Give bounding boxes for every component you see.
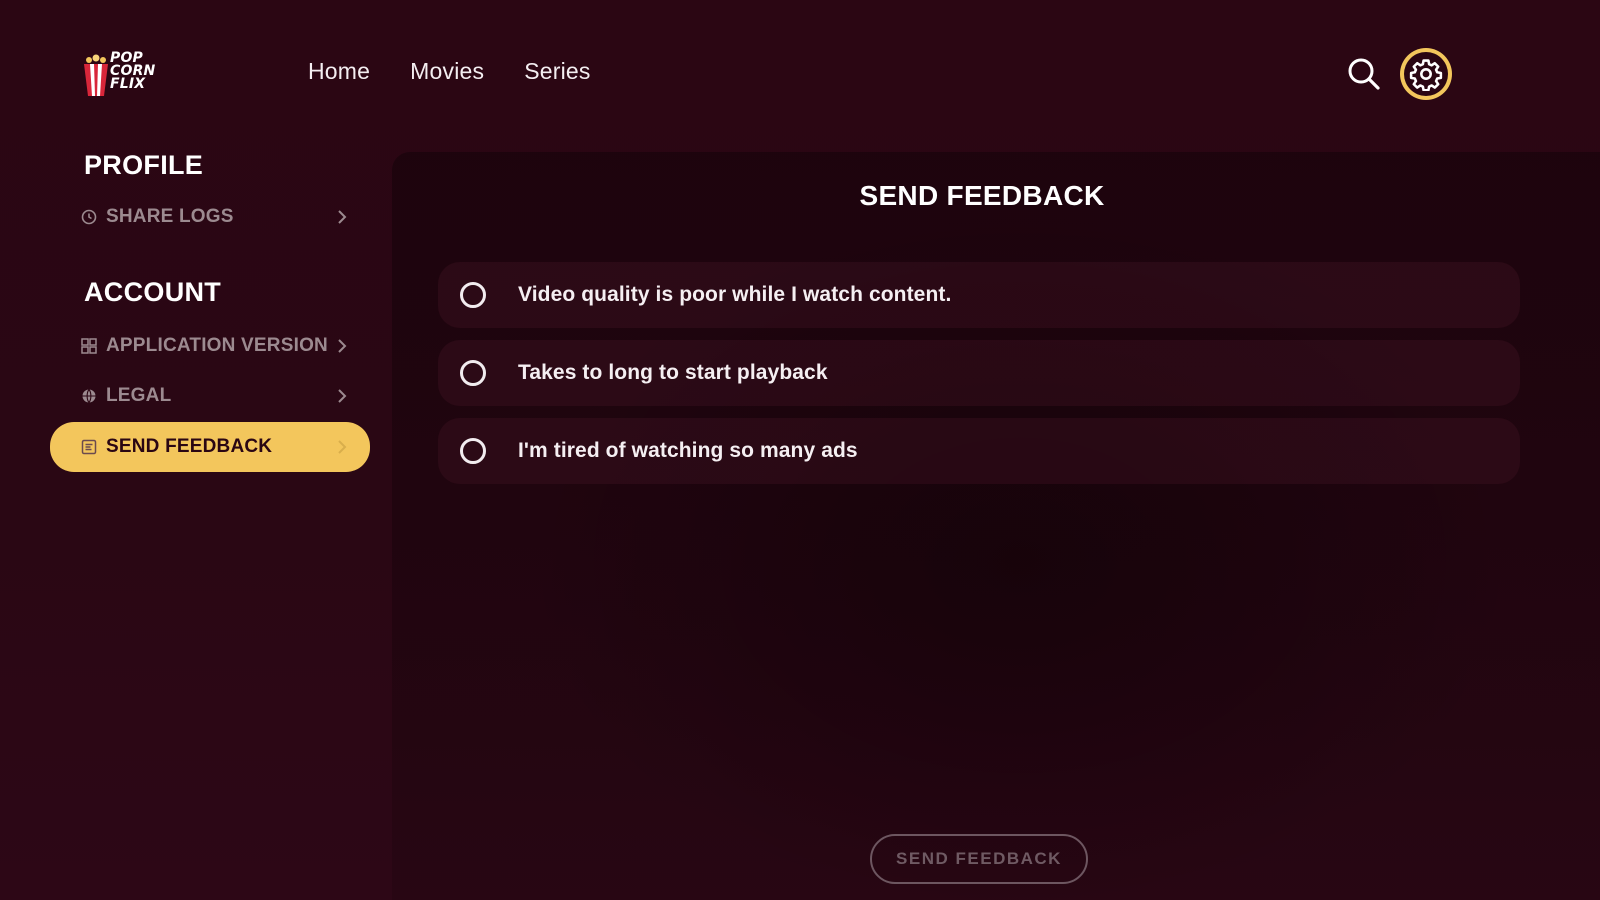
logo-text: POP CORN FLIX bbox=[110, 50, 156, 92]
sidebar-item-application-version[interactable]: APPLICATION VERSION bbox=[50, 322, 370, 370]
search-icon bbox=[1348, 58, 1380, 90]
feedback-option-slow-playback[interactable]: Takes to long to start playback bbox=[438, 340, 1520, 406]
feedback-icon bbox=[80, 438, 98, 456]
grid-icon bbox=[80, 337, 98, 355]
send-feedback-button[interactable]: SEND FEEDBACK bbox=[870, 834, 1088, 884]
feedback-option-too-many-ads[interactable]: I'm tired of watching so many ads bbox=[438, 418, 1520, 484]
main-nav: Home Movies Series bbox=[308, 58, 591, 85]
nav-movies[interactable]: Movies bbox=[410, 58, 484, 85]
chevron-right-icon bbox=[338, 339, 347, 353]
search-button[interactable] bbox=[1338, 48, 1390, 100]
radio-button[interactable] bbox=[460, 282, 486, 308]
sidebar-item-send-feedback[interactable]: SEND FEEDBACK bbox=[50, 422, 370, 472]
sidebar-item-label: LEGAL bbox=[106, 385, 172, 406]
chevron-right-icon bbox=[338, 389, 347, 403]
sidebar-item-label: APPLICATION VERSION bbox=[106, 335, 328, 356]
sidebar-item-label: SEND FEEDBACK bbox=[106, 436, 273, 457]
section-title-account: ACCOUNT bbox=[84, 277, 222, 307]
popcorn-icon bbox=[84, 54, 108, 96]
page-title: SEND FEEDBACK bbox=[859, 180, 1105, 211]
feedback-options: Video quality is poor while I watch cont… bbox=[438, 262, 1520, 496]
feedback-option-video-quality[interactable]: Video quality is poor while I watch cont… bbox=[438, 262, 1520, 328]
chevron-right-icon bbox=[338, 210, 347, 224]
option-label: Takes to long to start playback bbox=[518, 361, 828, 384]
clock-icon bbox=[80, 208, 98, 226]
settings-button-inner bbox=[1404, 52, 1448, 96]
option-label: I'm tired of watching so many ads bbox=[518, 439, 858, 462]
sidebar-item-label: SHARE LOGS bbox=[106, 206, 234, 227]
top-actions bbox=[1338, 48, 1452, 100]
nav-series[interactable]: Series bbox=[524, 58, 590, 85]
settings-sidebar: PROFILE SHARE LOGS ACCOUNT APPLICATION V… bbox=[50, 140, 370, 472]
radio-button[interactable] bbox=[460, 360, 486, 386]
settings-button[interactable] bbox=[1400, 48, 1452, 100]
gear-icon bbox=[1409, 59, 1443, 91]
radio-button[interactable] bbox=[460, 438, 486, 464]
section-title-profile: PROFILE bbox=[84, 150, 204, 180]
sidebar-item-share-logs[interactable]: SHARE LOGS bbox=[50, 193, 370, 241]
sidebar-item-legal[interactable]: LEGAL bbox=[50, 372, 370, 420]
option-label: Video quality is poor while I watch cont… bbox=[518, 283, 952, 306]
globe-icon bbox=[80, 387, 98, 405]
feedback-panel: SEND FEEDBACK Video quality is poor whil… bbox=[392, 152, 1600, 900]
nav-home[interactable]: Home bbox=[308, 58, 370, 85]
settings-screen: POP CORN FLIX Home Movies Series PROFILE… bbox=[0, 0, 1600, 900]
chevron-right-icon bbox=[338, 440, 347, 454]
popcornflix-logo[interactable]: POP CORN FLIX bbox=[82, 50, 172, 100]
